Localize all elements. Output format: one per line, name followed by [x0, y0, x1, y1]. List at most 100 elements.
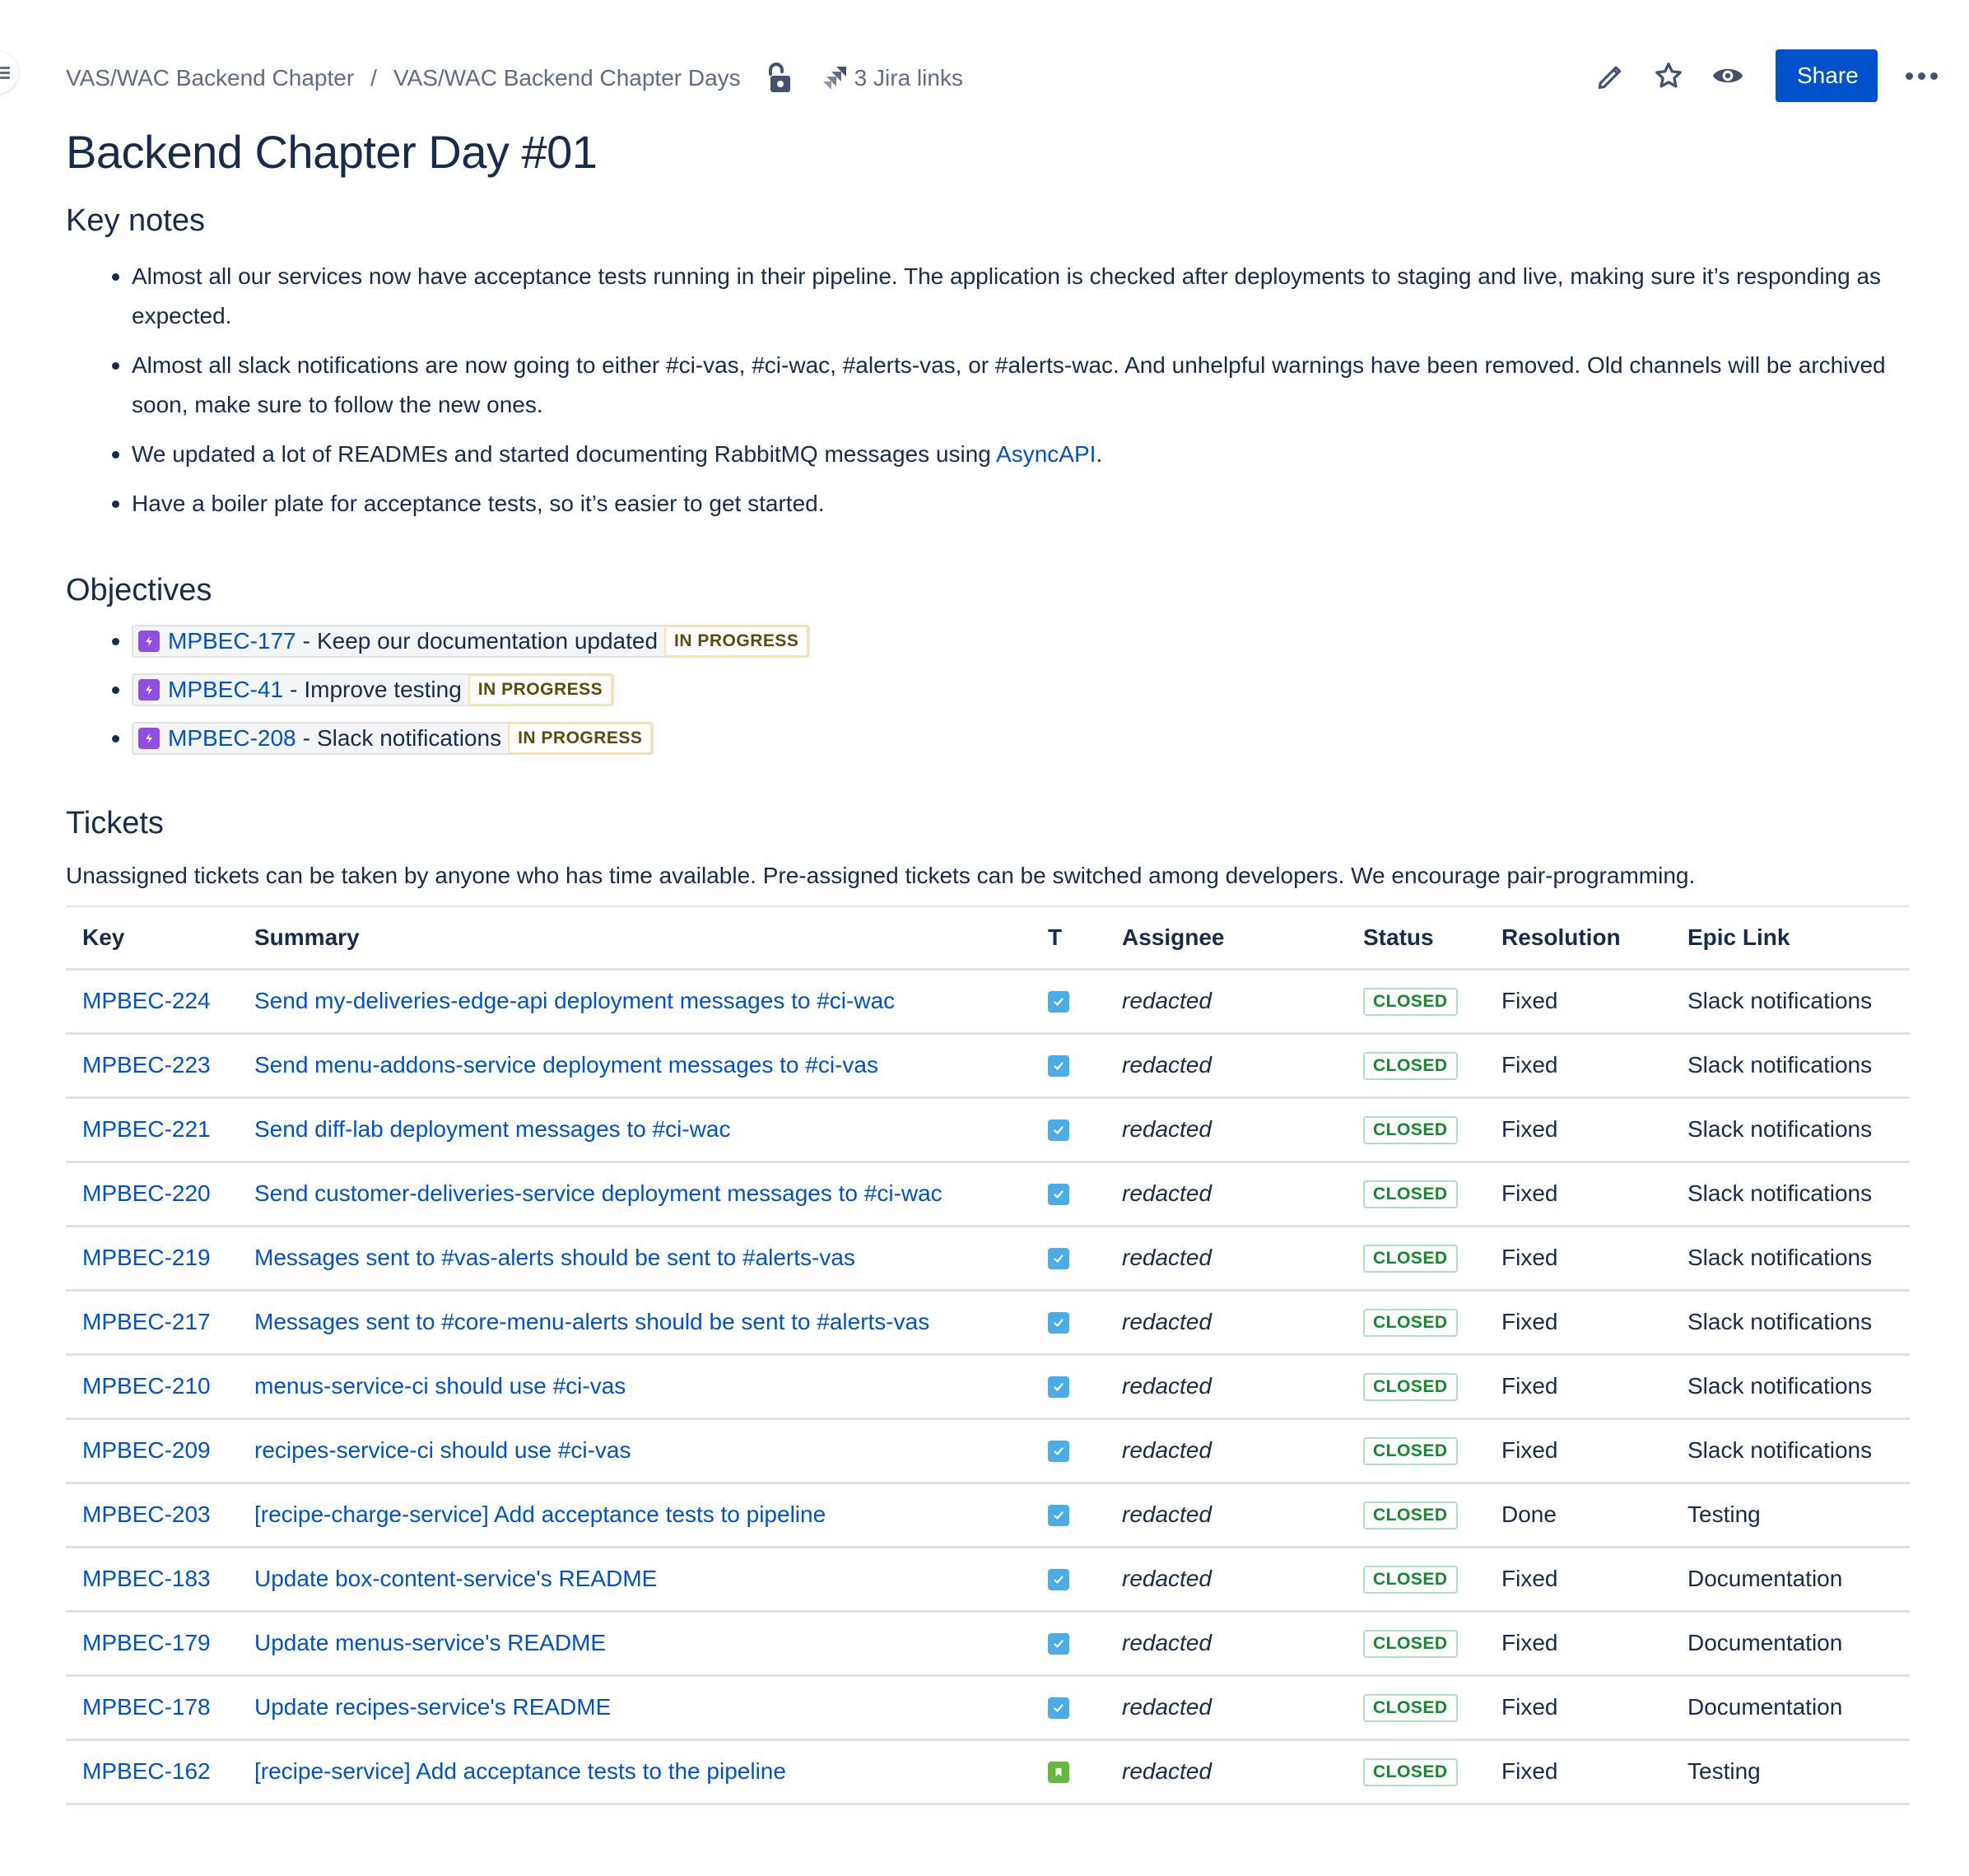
tickets-intro: Unassigned tickets can be taken by anyon… [66, 863, 1696, 888]
ticket-key-link[interactable]: MPBEC-217 [82, 1309, 211, 1334]
epic-icon [138, 631, 160, 652]
more-icon[interactable] [1906, 72, 1938, 80]
status-badge: CLOSED [1363, 1437, 1458, 1465]
assignee: redacted [1106, 1161, 1347, 1227]
column-header-resolution[interactable]: Resolution [1485, 906, 1671, 971]
key-note-text: We updated a lot of READMEs and started … [132, 441, 997, 467]
table-row: MPBEC-183 Update box-content-service's R… [66, 1547, 1910, 1613]
status-badge: CLOSED [1363, 1694, 1458, 1722]
ticket-summary-link[interactable]: Send diff-lab deployment messages to #ci… [254, 1116, 730, 1142]
ticket-summary-link[interactable]: Send menu-addons-service deployment mess… [254, 1052, 878, 1078]
ticket-key-link[interactable]: MPBEC-209 [82, 1437, 211, 1463]
objectives-list: MPBEC-177 - Keep our documentation updat… [66, 625, 1910, 755]
ticket-key-link[interactable]: MPBEC-219 [82, 1245, 211, 1270]
ticket-summary-link[interactable]: Update recipes-service's README [254, 1694, 611, 1720]
status-badge: IN PROGRESS [664, 626, 809, 657]
ticket-summary-link[interactable]: [recipe-service] Add acceptance tests to… [254, 1758, 786, 1784]
ticket-summary-link[interactable]: Send customer-deliveries-service deploym… [254, 1180, 943, 1206]
watch-icon[interactable] [1711, 59, 1744, 92]
ticket-key-link[interactable]: MPBEC-220 [82, 1180, 211, 1206]
task-icon [1048, 1441, 1069, 1462]
assignee: redacted [1106, 1483, 1347, 1548]
status-badge: CLOSED [1363, 988, 1458, 1016]
resolution: Fixed [1485, 1675, 1671, 1741]
resolution: Fixed [1485, 969, 1671, 1035]
objective-key-link[interactable]: MPBEC-177 [168, 628, 296, 654]
table-row: MPBEC-221 Send diff-lab deployment messa… [66, 1097, 1910, 1163]
ticket-key-link[interactable]: MPBEC-179 [82, 1630, 211, 1655]
task-icon [1048, 1569, 1069, 1590]
ticket-key-link[interactable]: MPBEC-223 [82, 1052, 211, 1078]
star-icon[interactable] [1652, 59, 1685, 92]
share-button[interactable]: Share [1776, 49, 1878, 102]
table-row: MPBEC-217 Messages sent to #core-menu-al… [66, 1290, 1910, 1356]
epic-icon [138, 679, 160, 701]
table-header-row: Key Summary T Assignee Status Resolution… [66, 906, 1910, 971]
objective-key-link[interactable]: MPBEC-41 [168, 677, 283, 703]
epic-link: Slack notifications [1671, 1033, 1910, 1099]
task-icon [1048, 1633, 1069, 1655]
status-badge: IN PROGRESS [508, 723, 653, 754]
epic-link: Slack notifications [1671, 1418, 1910, 1484]
column-header-assignee[interactable]: Assignee [1106, 906, 1347, 971]
ticket-key-link[interactable]: MPBEC-210 [82, 1373, 211, 1399]
dash: - [302, 725, 310, 751]
ticket-summary-link[interactable]: recipes-service-ci should use #ci-vas [254, 1437, 631, 1463]
ticket-summary-link[interactable]: Send my-deliveries-edge-api deployment m… [254, 988, 895, 1013]
tickets-table-body: MPBEC-224 Send my-deliveries-edge-api de… [66, 969, 1910, 1805]
epic-link: Documentation [1671, 1675, 1910, 1741]
assignee: redacted [1106, 1033, 1347, 1099]
ticket-key-link[interactable]: MPBEC-183 [82, 1566, 211, 1591]
ticket-key-link[interactable]: MPBEC-178 [82, 1694, 211, 1720]
column-header-key[interactable]: Key [66, 906, 238, 971]
assignee: redacted [1106, 1354, 1347, 1420]
task-icon [1048, 1697, 1069, 1719]
column-header-epic-link[interactable]: Epic Link [1671, 906, 1910, 971]
column-header-type[interactable]: T [1031, 906, 1106, 971]
objective-item: MPBEC-208 - Slack notifications IN PROGR… [112, 722, 1910, 755]
task-icon [1048, 1376, 1069, 1398]
tickets-table: Key Summary T Assignee Status Resolution… [66, 905, 1910, 1805]
key-note-item: We updated a lot of READMEs and started … [112, 435, 1910, 474]
epic-icon [138, 728, 160, 749]
ticket-key-link[interactable]: MPBEC-162 [82, 1758, 211, 1784]
ticket-summary-link[interactable]: Messages sent to #core-menu-alerts shoul… [254, 1309, 929, 1334]
page-title: Backend Chapter Day #01 [66, 126, 598, 178]
status-badge: CLOSED [1363, 1309, 1458, 1337]
objective-key-link[interactable]: MPBEC-208 [168, 725, 296, 752]
breadcrumb-item-space[interactable]: VAS/WAC Backend Chapter [66, 65, 354, 91]
story-icon [1048, 1762, 1069, 1783]
status-badge: CLOSED [1363, 1245, 1458, 1273]
unlock-icon[interactable] [766, 63, 794, 94]
ticket-key-link[interactable]: MPBEC-203 [82, 1501, 211, 1527]
ticket-key-link[interactable]: MPBEC-224 [82, 988, 211, 1013]
breadcrumb-item-parent[interactable]: VAS/WAC Backend Chapter Days [393, 65, 741, 91]
epic-link: Slack notifications [1671, 969, 1910, 1035]
column-header-status[interactable]: Status [1347, 906, 1485, 971]
jira-links-button[interactable]: 3 Jira links [820, 63, 963, 93]
sidebar-toggle-button[interactable] [0, 51, 18, 94]
column-header-summary[interactable]: Summary [238, 906, 1031, 971]
task-icon [1048, 1120, 1069, 1141]
table-row: MPBEC-223 Send menu-addons-service deplo… [66, 1033, 1910, 1099]
ticket-summary-link[interactable]: Messages sent to #vas-alerts should be s… [254, 1245, 855, 1270]
asyncapi-link[interactable]: AsyncAPI [996, 441, 1096, 467]
ticket-summary-link[interactable]: [recipe-charge-service] Add acceptance t… [254, 1501, 826, 1527]
task-icon [1048, 991, 1069, 1012]
edit-icon[interactable] [1593, 59, 1626, 92]
assignee: redacted [1106, 1611, 1347, 1677]
assignee: redacted [1106, 1290, 1347, 1356]
epic-link: Slack notifications [1671, 1226, 1910, 1292]
ticket-summary-link[interactable]: Update box-content-service's README [254, 1566, 657, 1591]
resolution: Fixed [1485, 1611, 1671, 1677]
status-badge: CLOSED [1363, 1758, 1458, 1786]
objective-summary: Improve testing [304, 677, 462, 702]
key-note-item: Have a boiler plate for acceptance tests… [112, 484, 1910, 524]
status-badge: CLOSED [1363, 1566, 1458, 1594]
ticket-summary-link[interactable]: Update menus-service's README [254, 1630, 606, 1655]
breadcrumb-separator: / [370, 65, 377, 91]
ticket-key-link[interactable]: MPBEC-221 [82, 1116, 211, 1142]
resolution: Fixed [1485, 1739, 1671, 1805]
resolution: Fixed [1485, 1033, 1671, 1099]
ticket-summary-link[interactable]: menus-service-ci should use #ci-vas [254, 1373, 626, 1399]
